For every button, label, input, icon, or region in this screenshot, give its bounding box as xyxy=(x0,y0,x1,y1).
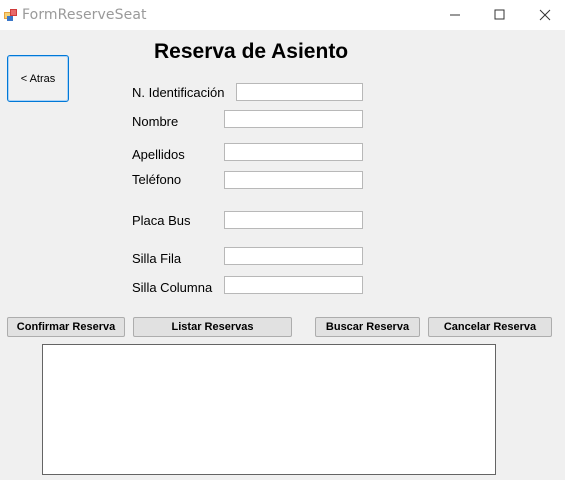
silla-columna-input[interactable] xyxy=(224,276,363,294)
minimize-icon xyxy=(450,14,460,16)
maximize-icon xyxy=(494,9,505,20)
window-title: FormReserveSeat xyxy=(22,7,147,23)
label-silla-fila: Silla Fila xyxy=(132,251,182,266)
title-bar[interactable]: FormReserveSeat xyxy=(0,0,565,30)
label-apellidos: Apellidos xyxy=(132,147,185,162)
label-telefono: Teléfono xyxy=(132,172,182,187)
page-title: Reserva de Asiento xyxy=(154,40,349,63)
close-icon xyxy=(539,9,551,21)
back-button[interactable]: < Atras xyxy=(7,55,69,102)
maximize-button[interactable] xyxy=(477,0,523,30)
minimize-button[interactable] xyxy=(432,0,478,30)
label-placa-bus: Placa Bus xyxy=(132,213,191,228)
label-nombre: Nombre xyxy=(132,114,179,129)
cancel-reservation-button[interactable]: Cancelar Reserva xyxy=(428,317,552,337)
placa-bus-input[interactable] xyxy=(224,211,363,229)
label-silla-columna: Silla Columna xyxy=(132,280,213,295)
identificacion-input[interactable] xyxy=(236,83,363,101)
silla-fila-input[interactable] xyxy=(224,247,363,265)
telefono-input[interactable] xyxy=(224,171,363,189)
app-icon xyxy=(4,9,17,21)
nombre-input[interactable] xyxy=(224,110,363,128)
reservations-list[interactable] xyxy=(42,344,496,475)
label-identificacion: N. Identificación xyxy=(132,85,225,100)
close-button[interactable] xyxy=(522,0,565,30)
search-reservation-button[interactable]: Buscar Reserva xyxy=(315,317,420,337)
apellidos-input[interactable] xyxy=(224,143,363,161)
list-reservations-button[interactable]: Listar Reservas xyxy=(133,317,292,337)
confirm-reservation-button[interactable]: Confirmar Reserva xyxy=(7,317,125,337)
